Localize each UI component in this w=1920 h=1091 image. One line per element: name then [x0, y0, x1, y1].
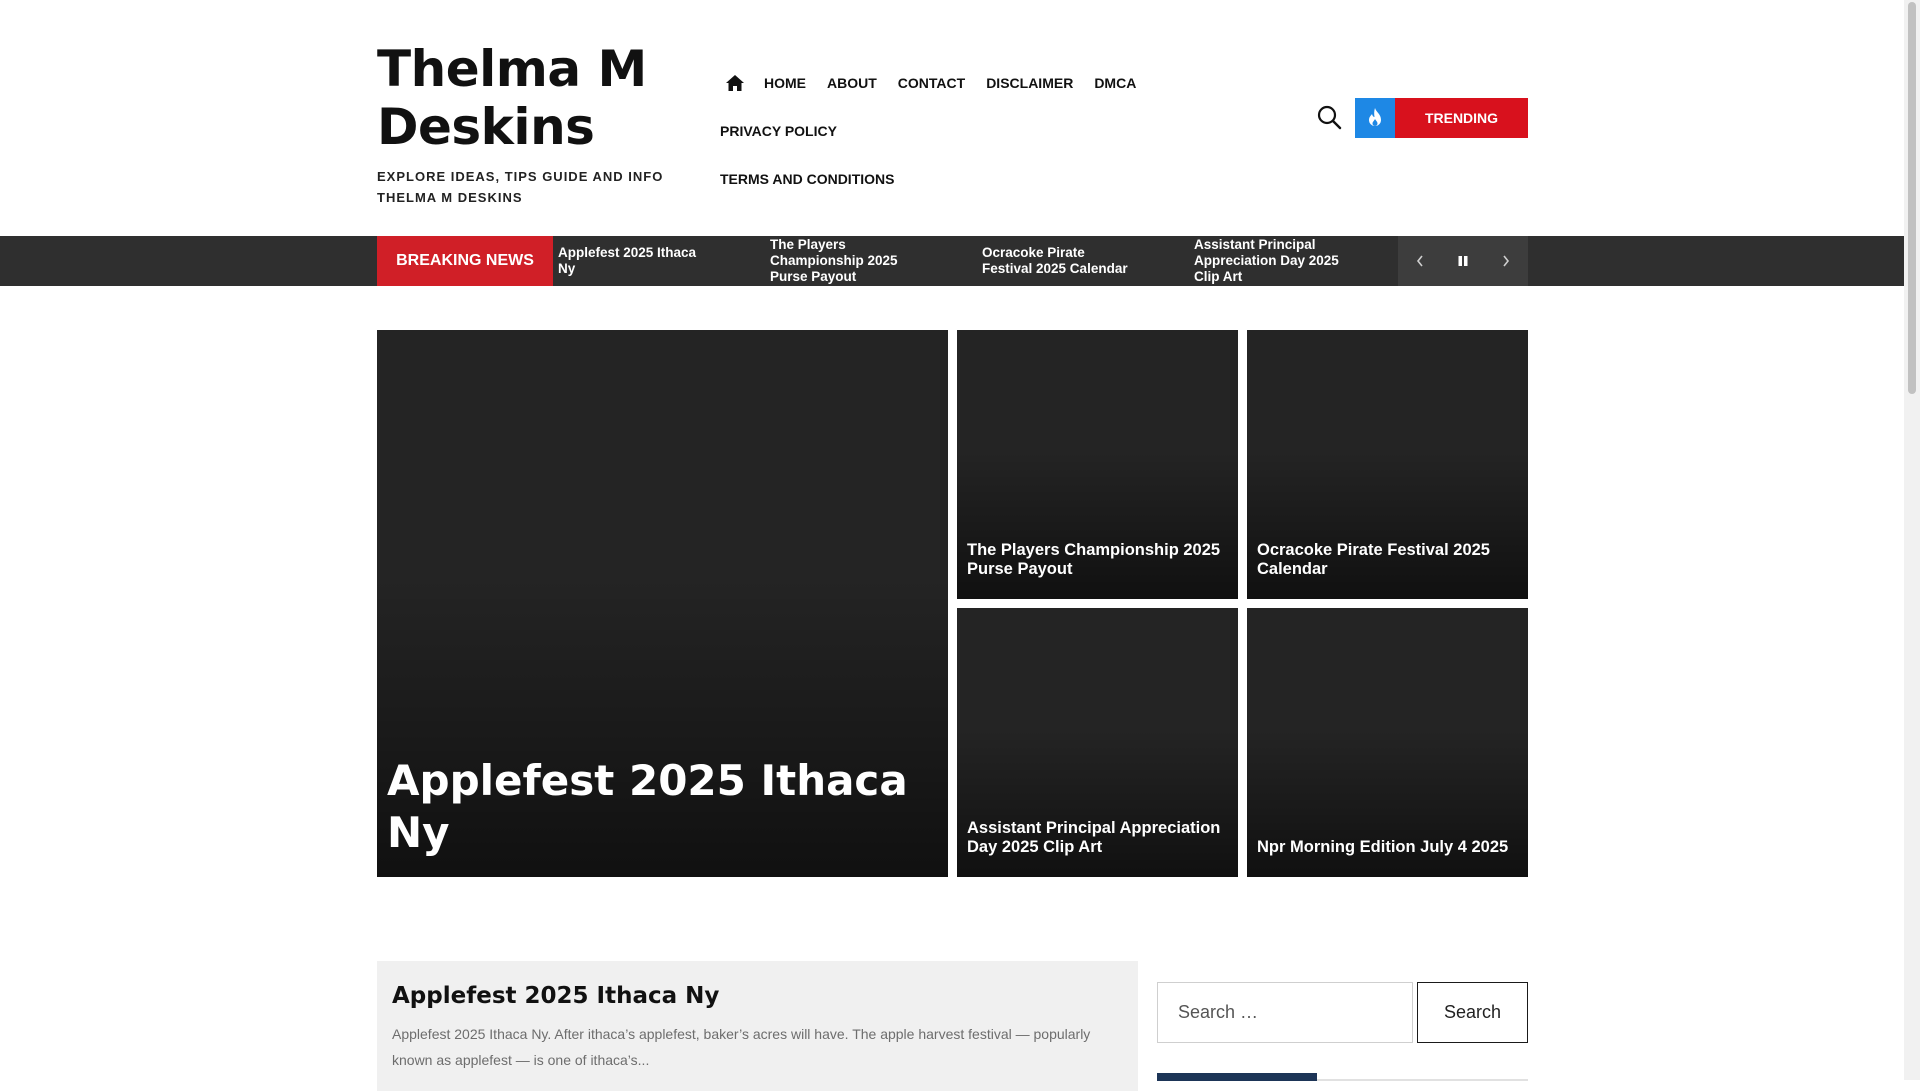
ticker-item[interactable]: Applefest 2025 Ithaca Ny [558, 236, 708, 286]
featured-post-title: Ocracoke Pirate Festival 2025 Calendar [1257, 541, 1490, 578]
trending-news-button[interactable]: TRENDING NEWS [1355, 98, 1528, 166]
trending-label: TRENDING NEWS [1395, 98, 1528, 166]
nav-item-terms[interactable]: TERMS AND CONDITIONS [720, 166, 1259, 192]
sidebar-search-form: Search [1157, 982, 1528, 1043]
page-scrollbar[interactable] [1904, 0, 1920, 1080]
trending-icon-box [1355, 98, 1395, 138]
search-icon [1317, 105, 1342, 130]
nav-item-home[interactable]: HOME [764, 70, 806, 96]
nav-item-dmca[interactable]: DMCA [1094, 70, 1136, 96]
post-title[interactable]: Applefest 2025 Ithaca Ny [392, 981, 1123, 1011]
post-card: Applefest 2025 Ithaca Ny Applefest 2025 … [377, 961, 1138, 1091]
nav-home-icon[interactable] [720, 70, 750, 96]
featured-post[interactable]: Npr Morning Edition July 4 2025 [1247, 608, 1528, 877]
sidebar-search-input[interactable] [1157, 982, 1413, 1043]
post-excerpt: Applefest 2025 Ithaca Ny. After ithaca’s… [392, 1026, 1091, 1068]
ticker-pause-button[interactable] [1441, 236, 1484, 286]
ticker-controls [1398, 236, 1528, 286]
ticker-item[interactable]: The Players Championship 2025 Purse Payo… [770, 236, 920, 286]
featured-post-title: Npr Morning Edition July 4 2025 [1257, 838, 1509, 856]
ticker-prev-button[interactable] [1398, 236, 1441, 286]
scrollbar-thumb[interactable] [1908, 2, 1916, 394]
chevron-left-icon [1416, 255, 1423, 267]
breaking-news-bar: BREAKING NEWS Applefest 2025 Ithaca Ny T… [0, 236, 1904, 286]
nav-item-disclaimer[interactable]: DISCLAIMER [986, 70, 1073, 96]
nav-item-contact[interactable]: CONTACT [898, 70, 965, 96]
site-header: Thelma M Deskins EXPLORE IDEAS, TIPS GUI… [0, 0, 1904, 236]
featured-post-title: The Players Championship 2025 Purse Payo… [967, 541, 1221, 578]
site-branding: Thelma M Deskins EXPLORE IDEAS, TIPS GUI… [377, 40, 707, 208]
site-title[interactable]: Thelma M Deskins [377, 40, 707, 156]
featured-post[interactable]: Ocracoke Pirate Festival 2025 Calendar [1247, 330, 1528, 599]
home-icon [726, 75, 744, 91]
featured-post-title: Assistant Principal Appreciation Day 202… [967, 819, 1221, 856]
featured-main-title: Applefest 2025 Ithaca Ny [387, 756, 908, 857]
flame-icon [1369, 108, 1381, 126]
sidebar-search-button[interactable]: Search [1417, 982, 1528, 1043]
chevron-right-icon [1503, 255, 1510, 267]
ticker-item[interactable]: Ocracoke Pirate Festival 2025 Calendar [982, 236, 1132, 286]
pause-icon [1458, 256, 1468, 266]
featured-post[interactable]: Assistant Principal Appreciation Day 202… [957, 608, 1238, 877]
header-search-button[interactable] [1316, 104, 1342, 130]
nav-item-about[interactable]: ABOUT [827, 70, 877, 96]
breaking-news-ticker: Applefest 2025 Ithaca Ny The Players Cha… [558, 236, 1398, 286]
site-tagline: EXPLORE IDEAS, TIPS GUIDE AND INFO THELM… [377, 169, 664, 205]
featured-post[interactable]: The Players Championship 2025 Purse Payo… [957, 330, 1238, 599]
nav-item-privacy-policy[interactable]: PRIVACY POLICY [720, 118, 837, 144]
breaking-news-label: BREAKING NEWS [377, 236, 553, 286]
featured-main-post[interactable]: Applefest 2025 Ithaca Ny [377, 330, 948, 877]
ticker-next-button[interactable] [1485, 236, 1528, 286]
ticker-item[interactable]: Assistant Principal Appreciation Day 202… [1194, 236, 1344, 286]
primary-nav: HOME ABOUT CONTACT DISCLAIMER DMCA PRIVA… [720, 70, 1280, 192]
